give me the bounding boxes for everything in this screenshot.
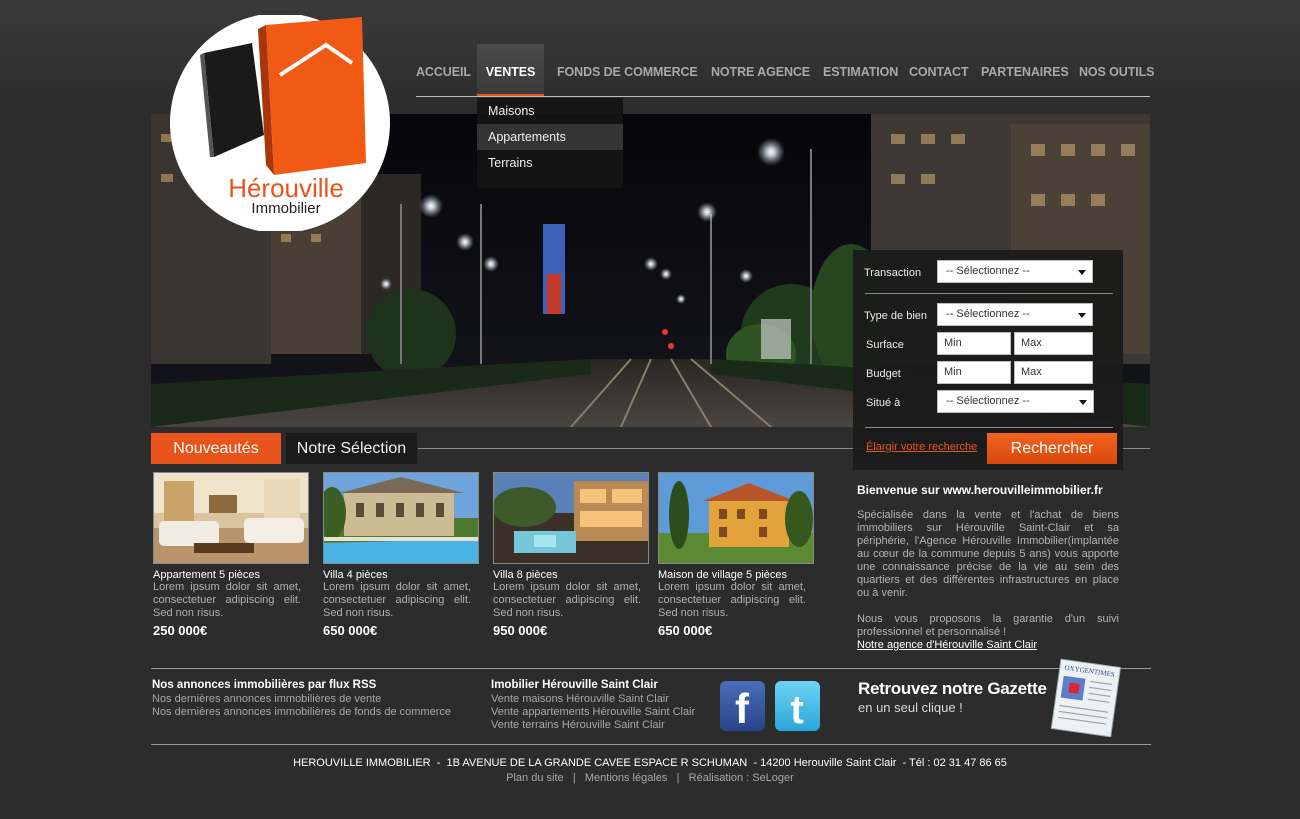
rss-title: Nos annonces immobilières par flux RSS (152, 679, 377, 691)
surface-label: Surface (866, 339, 904, 351)
chevron-down-icon (1078, 270, 1086, 275)
nav-accueil[interactable]: ACCUEIL (416, 44, 471, 96)
mentions-legales-link[interactable]: Mentions légales (585, 772, 668, 784)
welcome-section: Bienvenue sur www.herouvilleimmobilier.f… (857, 483, 1119, 651)
elargir-recherche-link[interactable]: Élargir votre recherche (866, 441, 977, 453)
rss-link-vente[interactable]: Nos dernières annonces immobilières de v… (152, 693, 451, 706)
listing-description: Lorem ipsum dolor sit amet, consectetuer… (153, 581, 301, 619)
situe-select[interactable]: -- Sélectionnez -- (937, 390, 1094, 413)
listing-card: Villa 4 pièces Lorem ipsum dolor sit ame… (323, 472, 479, 638)
tab-notre-selection[interactable]: Notre Sélection (286, 433, 417, 464)
welcome-title: Bienvenue sur www.herouvilleimmobilier.f… (857, 483, 1103, 497)
link-vente-terrains[interactable]: Vente terrains Hérouville Saint Clair (491, 719, 695, 732)
dropdown-item-terrains[interactable]: Terrains (477, 150, 623, 176)
listing-description: Lorem ipsum dolor sit amet, consectetuer… (658, 581, 806, 619)
site-logo[interactable]: Hérouville Immobilier (166, 13, 394, 233)
transaction-select[interactable]: -- Sélectionnez -- (937, 260, 1093, 283)
tab-nouveautes[interactable]: Nouveautés (151, 433, 281, 464)
nav-partenaires[interactable]: PARTENAIRES (981, 44, 1069, 96)
plan-du-site-link[interactable]: Plan du site (506, 772, 563, 784)
dropdown-item-appartements[interactable]: Appartements (477, 124, 623, 150)
link-vente-maisons[interactable]: Vente maisons Hérouville Saint Clair (491, 693, 695, 706)
rechercher-button[interactable]: Rechercher (987, 433, 1117, 464)
footer-divider (151, 668, 1151, 669)
gazette-title: Retrouvez notre Gazette (858, 679, 1047, 698)
listing-photo[interactable] (323, 472, 479, 564)
listing-card: Villa 8 pièces Lorem ipsum dolor sit ame… (493, 472, 649, 638)
facebook-icon[interactable]: f (720, 681, 765, 732)
listing-description: Lorem ipsum dolor sit amet, consectetuer… (323, 581, 471, 619)
type-label: Type de bien (864, 310, 927, 322)
gazette-promo[interactable]: Retrouvez notre Gazette en un seul cliqu… (858, 679, 1047, 715)
surface-max-input[interactable]: Max (1014, 332, 1093, 355)
twitter-icon[interactable]: t (775, 681, 820, 732)
nav-notre-agence[interactable]: NOTRE AGENCE (711, 44, 810, 96)
listing-card: Appartement 5 pièces Lorem ipsum dolor s… (153, 472, 309, 638)
ventes-dropdown: Maisons Appartements Terrains (477, 98, 623, 188)
nav-fonds-de-commerce[interactable]: FONDS DE COMMERCE (557, 44, 698, 96)
listing-card: Maison de village 5 pièces Lorem ipsum d… (658, 472, 814, 638)
surface-min-input[interactable]: Min (937, 332, 1011, 355)
immobilier-section: Imobilier Hérouville Saint Clair Vente m… (491, 679, 695, 732)
nav-nos-outils[interactable]: NOS OUTILS (1079, 44, 1155, 96)
budget-min-input[interactable]: Min (937, 361, 1011, 384)
budget-label: Budget (866, 368, 901, 380)
agence-link[interactable]: Notre agence d'Hérouville Saint Clair (857, 639, 1119, 651)
type-select[interactable]: -- Sélectionnez -- (937, 303, 1093, 326)
listing-price: 650 000€ (323, 623, 378, 638)
logo-wordmark: Hérouville (228, 173, 344, 203)
rss-section: Nos annonces immobilières par flux RSS N… (152, 679, 451, 719)
listing-price: 650 000€ (658, 623, 713, 638)
situe-select-value: -- Sélectionnez -- (946, 395, 1030, 407)
nav-ventes[interactable]: VENTES (477, 44, 544, 96)
transaction-select-value: -- Sélectionnez -- (946, 265, 1030, 277)
listing-price: 250 000€ (153, 623, 208, 638)
situe-label: Situé à (866, 397, 901, 409)
footer-separator: | (670, 772, 686, 784)
chevron-down-icon (1079, 400, 1087, 405)
search-divider (865, 293, 1113, 294)
newspaper-icon[interactable]: OXYGENTIMES (1046, 657, 1126, 742)
nav-estimation[interactable]: ESTIMATION (823, 44, 898, 96)
listing-photo[interactable] (153, 472, 309, 564)
footer-address: HEROUVILLE IMMOBILIER - 1B AVENUE DE LA … (293, 757, 1007, 769)
budget-max-input[interactable]: Max (1014, 361, 1093, 384)
realisation-link[interactable]: Réalisation : SeLoger (689, 772, 794, 784)
listing-title[interactable]: Appartement 5 pièces (153, 569, 309, 581)
welcome-paragraph-2: Nous vous proposons la garantie d'un sui… (857, 613, 1119, 638)
logo-subwordmark: Immobilier (251, 200, 320, 217)
svg-text:t: t (790, 688, 803, 731)
listing-photo[interactable] (493, 472, 649, 564)
rss-link-fonds[interactable]: Nos dernières annonces immobilières de f… (152, 706, 451, 719)
svg-text:f: f (735, 685, 750, 731)
dropdown-item-maisons[interactable]: Maisons (477, 98, 623, 124)
search-panel: Transaction -- Sélectionnez -- Type de b… (853, 250, 1123, 470)
gazette-subtitle: en un seul clique ! (858, 700, 963, 715)
footer-separator: | (566, 772, 582, 784)
search-divider (865, 427, 1113, 428)
listing-description: Lorem ipsum dolor sit amet, consectetuer… (493, 581, 641, 619)
listing-photo[interactable] (658, 472, 814, 564)
transaction-label: Transaction (864, 267, 922, 279)
footer-divider (151, 744, 1151, 745)
footer-links: Plan du site | Mentions légales | Réalis… (0, 772, 1300, 784)
welcome-paragraph: Spécialisée dans la vente et l'achat de … (857, 509, 1119, 599)
listing-title[interactable]: Villa 8 pièces (493, 569, 649, 581)
link-vente-appartements[interactable]: Vente appartements Hérouville Saint Clai… (491, 706, 695, 719)
listing-title[interactable]: Maison de village 5 pièces (658, 569, 814, 581)
immobilier-title: Imobilier Hérouville Saint Clair (491, 679, 658, 691)
nav-divider (416, 96, 1150, 97)
chevron-down-icon (1078, 313, 1086, 318)
type-select-value: -- Sélectionnez -- (946, 308, 1030, 320)
listing-price: 950 000€ (493, 623, 548, 638)
listing-title[interactable]: Villa 4 pièces (323, 569, 479, 581)
nav-contact[interactable]: CONTACT (909, 44, 969, 96)
